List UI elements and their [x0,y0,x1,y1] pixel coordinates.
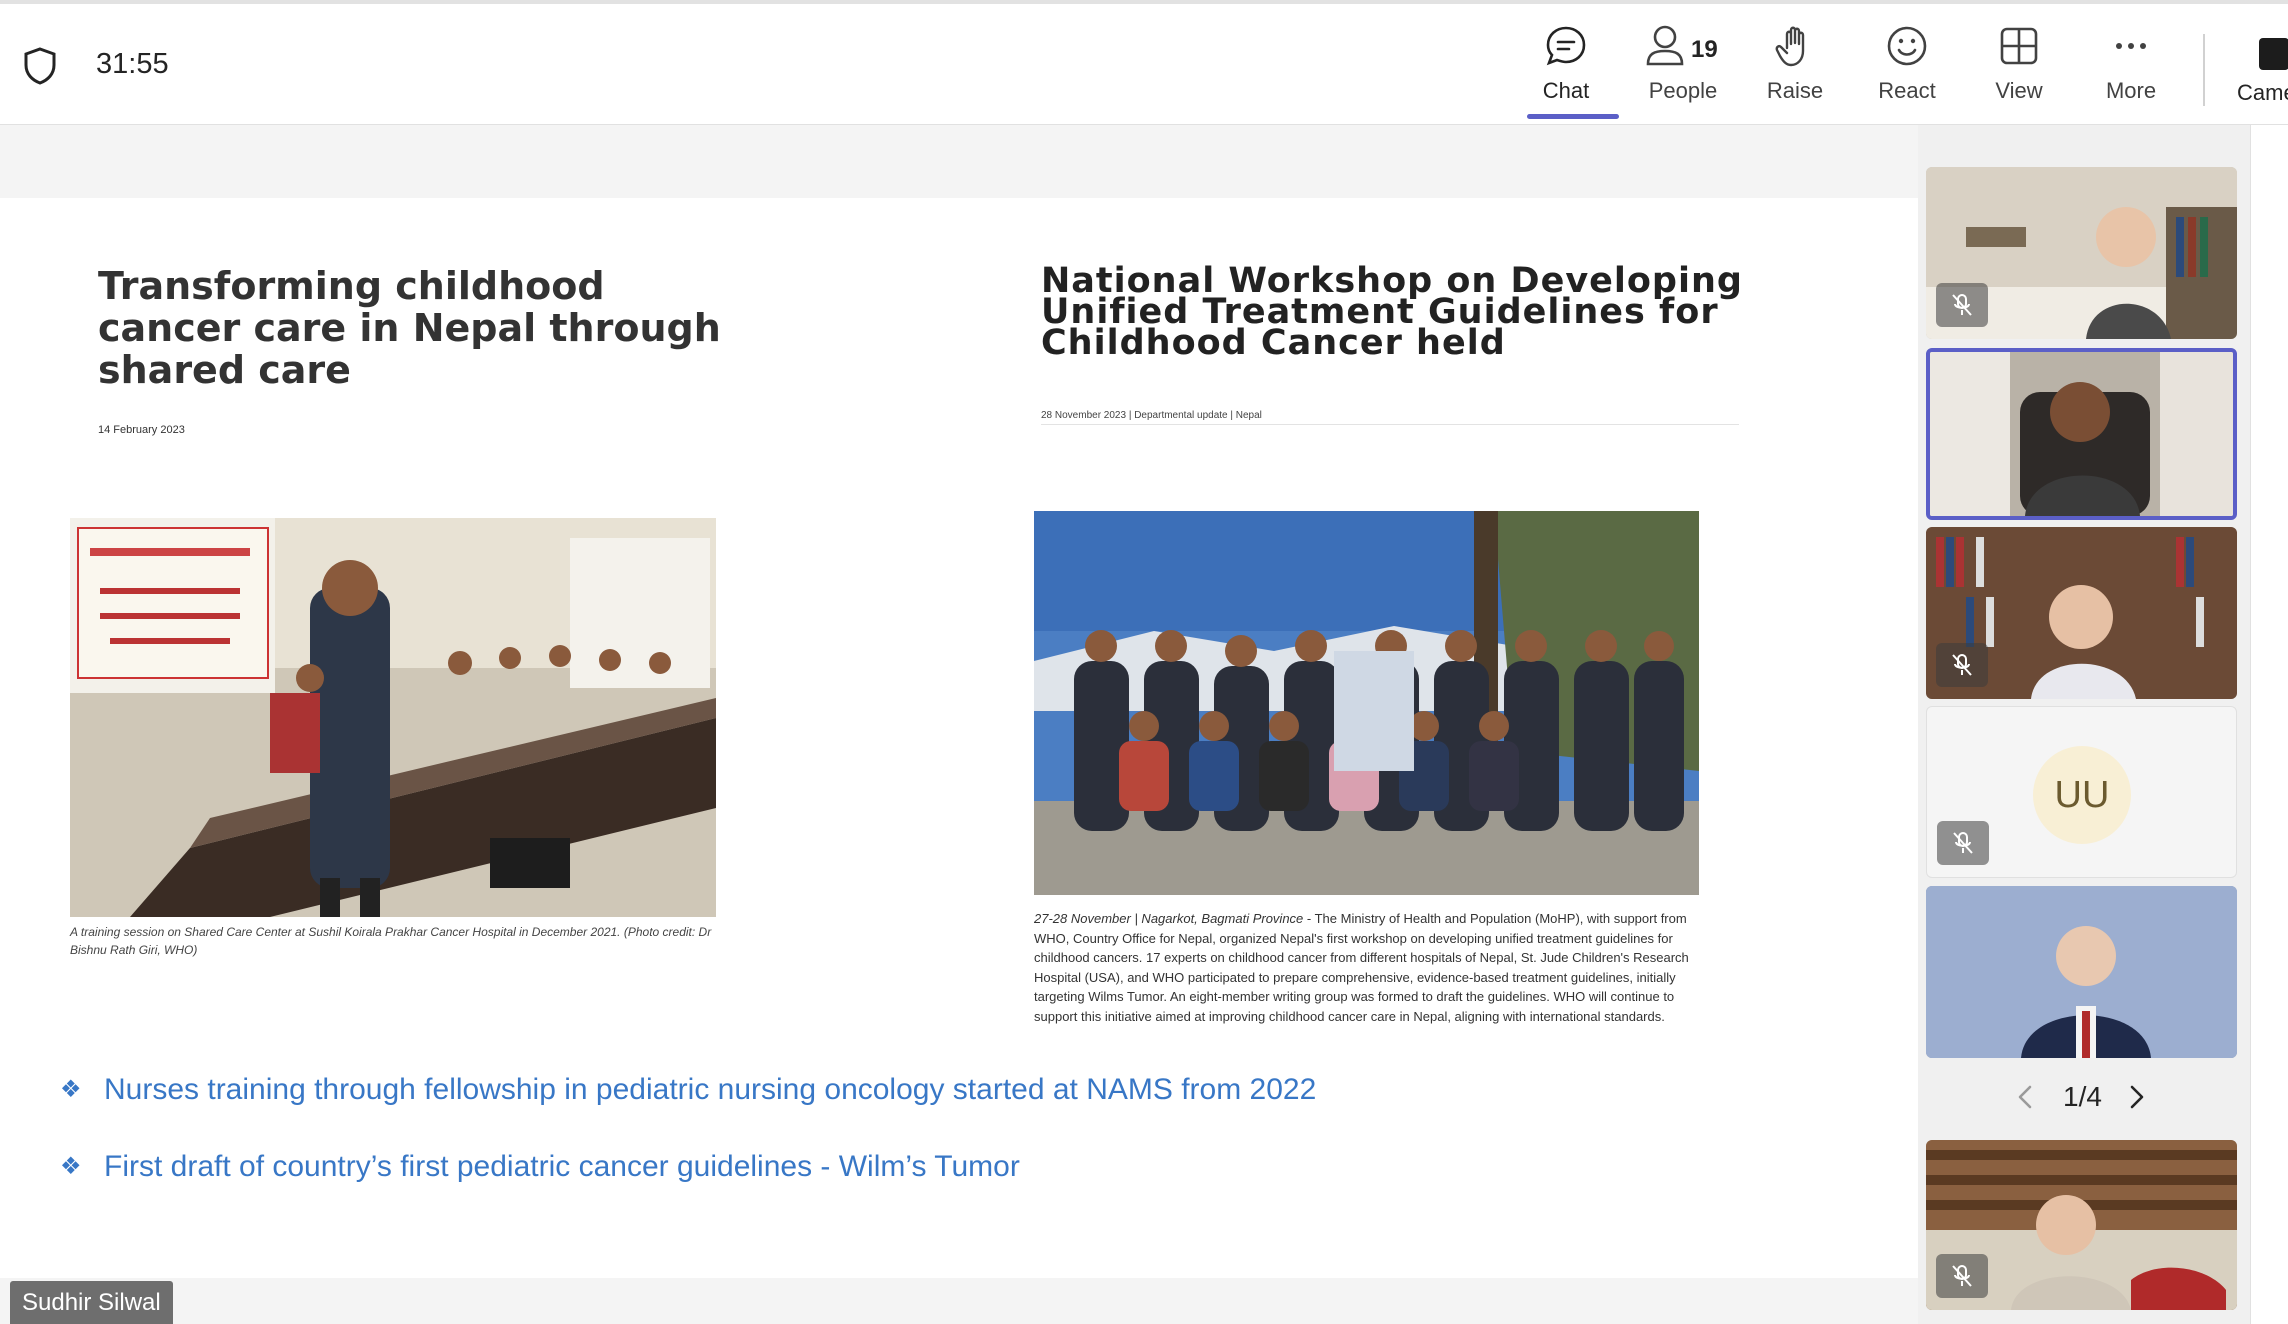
people-button[interactable]: 19 People [1628,24,1738,124]
react-button[interactable]: React [1852,24,1962,124]
view-label: View [1995,78,2043,103]
right-article-rule [1041,424,1739,425]
smiley-icon [1887,26,1927,66]
right-article-body-text: - The Ministry of Health and Population … [1034,911,1689,1024]
chat-icon [1546,26,1586,66]
participant-video-tile-speaking[interactable] [1926,348,2237,520]
presenter-name-label: Sudhir Silwal [10,1281,173,1324]
right-article-body: 27-28 November | Nagarkot, Bagmati Provi… [1034,909,1706,1027]
shared-content-stage: Transforming childhood cancer care in Ne… [0,125,1918,1324]
view-button[interactable]: View [1964,24,2074,124]
participant-video-tile[interactable] [1926,886,2237,1058]
participant-video [1930,352,2233,516]
react-label: React [1878,78,1936,103]
active-tab-indicator [1527,114,1619,119]
participant-video-tile[interactable] [1926,1140,2237,1310]
person-icon [1646,25,1684,66]
diamond-bullet-icon: ❖ [60,1153,82,1180]
chat-label: Chat [1542,78,1590,103]
participant-video-tile[interactable] [1926,527,2237,699]
grid-view-icon [2000,27,2038,65]
toolbar-divider [2203,34,2205,106]
shield-icon[interactable] [22,46,58,86]
mic-muted-icon [1936,643,1988,687]
bullet-item: ❖ First draft of country’s first pediatri… [60,1150,1020,1184]
right-article-meta: 28 November 2023 | Departmental update |… [1041,410,1262,421]
more-dots-icon [2116,43,2146,49]
bullet-text: First draft of country’s first pediatric… [104,1150,1020,1183]
chevron-left-icon[interactable] [2011,1082,2041,1112]
camera-icon [2259,38,2288,70]
participant-avatar-tile[interactable]: UU [1926,706,2237,878]
participant-video [1926,886,2237,1058]
people-label: People [1648,78,1718,103]
left-photo-caption: A training session on Shared Care Center… [70,925,712,957]
training-session-photo [70,518,716,917]
mic-muted-icon [1936,1254,1988,1298]
diamond-bullet-icon: ❖ [60,1076,82,1103]
gallery-page-indicator: 1/4 [2063,1081,2102,1112]
mic-muted-icon [1936,283,1988,327]
left-article-date: 14 February 2023 [98,424,185,436]
right-article-body-lead: 27-28 November | Nagarkot, Bagmati Provi… [1034,911,1304,926]
right-article-title: National Workshop on Developing Unified … [1041,261,1743,363]
meeting-toolbar: 31:55 Chat 19 People Raise React View Mo… [0,4,2288,125]
hand-icon [1775,26,1805,67]
meeting-timer: 31:55 [96,48,169,80]
raise-hand-button[interactable]: Raise [1740,24,1850,124]
people-count: 19 [1691,36,1718,63]
raise-label: Raise [1766,78,1824,103]
mic-muted-icon [1937,821,1989,865]
more-button[interactable]: More [2076,24,2186,124]
gallery-pager: 1/4 [2011,1078,2151,1114]
camera-label: Came [2237,80,2288,105]
avatar: UU [2033,746,2131,844]
chevron-right-icon[interactable] [2121,1082,2151,1112]
bullet-item: ❖ Nurses training through fellowship in p… [60,1073,1316,1107]
bullet-text: Nurses training through fellowship in pe… [104,1073,1317,1106]
more-label: More [2105,78,2157,103]
camera-button[interactable]: Came [2237,24,2288,124]
side-panel-edge [2250,125,2288,1324]
chat-button[interactable]: Chat [1511,24,1621,124]
workshop-group-photo [1034,511,1699,895]
participant-video-tile[interactable] [1926,167,2237,339]
left-article-title: Transforming childhood cancer care in Ne… [98,264,721,392]
presentation-slide: Transforming childhood cancer care in Ne… [0,198,1918,1278]
